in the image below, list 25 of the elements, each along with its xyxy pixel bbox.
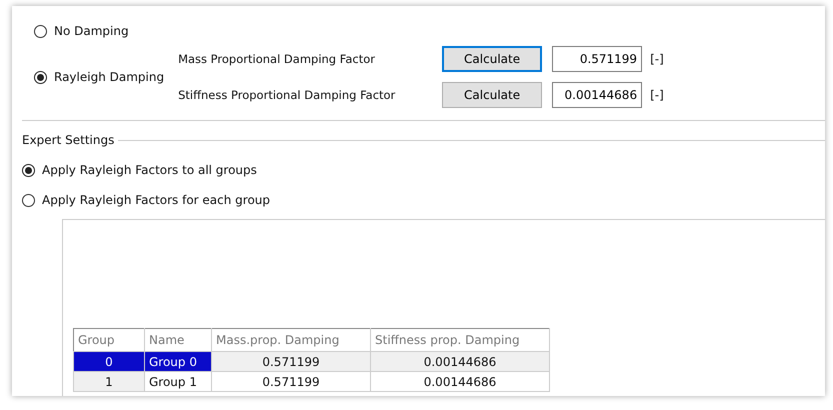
table-cell[interactable]: 0 bbox=[74, 352, 144, 372]
table-cell[interactable]: 0.571199 bbox=[212, 352, 370, 372]
radio-button[interactable] bbox=[22, 194, 35, 206]
table-cell[interactable]: 0.00144686 bbox=[370, 372, 550, 392]
factor-label: Mass Proportional Damping Factor bbox=[178, 52, 376, 66]
factor-label: Stiffness Proportional Damping Factor bbox=[178, 88, 396, 102]
calculate-button[interactable]: Calculate bbox=[442, 46, 542, 72]
radio-button[interactable] bbox=[22, 164, 35, 176]
unit-label: [-] bbox=[650, 88, 664, 102]
radio-option[interactable]: Rayleigh Damping bbox=[34, 70, 164, 84]
option-label: No Damping bbox=[54, 24, 129, 38]
factor-field[interactable]: 0.00144686 bbox=[552, 82, 642, 108]
table-cell[interactable]: 0.571199 bbox=[212, 372, 370, 392]
table-cell[interactable]: Group 1 bbox=[144, 372, 212, 392]
radio-button[interactable] bbox=[34, 70, 47, 84]
unit-label: [-] bbox=[650, 52, 664, 66]
radio-button[interactable] bbox=[34, 24, 47, 38]
calculate-button[interactable]: Calculate bbox=[442, 82, 542, 108]
radio-option[interactable]: No Damping bbox=[34, 24, 825, 38]
group-title: Expert Settings bbox=[22, 133, 114, 147]
option-label: Rayleigh Damping bbox=[54, 70, 164, 84]
factor-field[interactable]: 0.571199 bbox=[552, 46, 642, 72]
table-cell[interactable]: Group 0 bbox=[144, 352, 212, 372]
table-cell[interactable]: 1 bbox=[74, 372, 144, 392]
table-cell[interactable]: 0.00144686 bbox=[370, 352, 550, 372]
